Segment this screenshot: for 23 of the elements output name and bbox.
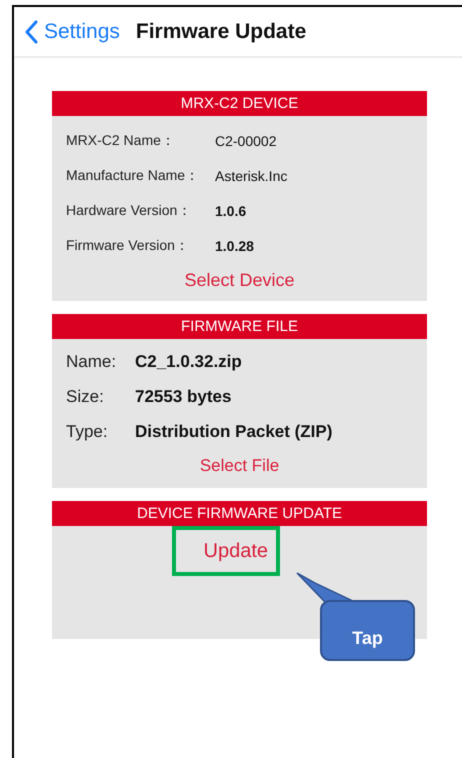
field-value: 1.0.28 <box>215 238 254 254</box>
section-header: FIRMWARE FILE <box>52 314 427 339</box>
field-label: MRX-C2 Name： <box>66 132 176 150</box>
section-header: MRX-C2 DEVICE <box>52 91 427 116</box>
field-value: C2-00002 <box>215 132 276 148</box>
field-label: Hardware Version： <box>66 202 192 220</box>
field-value: Asterisk.Inc <box>215 168 288 184</box>
back-link[interactable]: Settings <box>24 20 120 44</box>
page-title: Firmware Update <box>136 20 306 44</box>
update-button[interactable]: Update <box>204 540 268 562</box>
field-label: Type: <box>66 422 109 442</box>
field-value: C2_1.0.32.zip <box>135 352 242 372</box>
field-label: Firmware Version： <box>66 236 190 254</box>
field-value: 72553 bytes <box>135 387 232 407</box>
chevron-left-icon <box>24 20 38 44</box>
field-label: Name: <box>66 352 118 372</box>
field-label: Size: <box>66 387 105 407</box>
field-value: Distribution Packet (ZIP) <box>135 422 332 442</box>
select-button[interactable]: Select Device <box>180 270 299 291</box>
select-button[interactable]: Select File <box>196 456 284 476</box>
field-label: Manufacture Name： <box>66 166 200 184</box>
section-header: DEVICE FIRMWARE UPDATE <box>52 501 427 526</box>
field-value: 1.0.6 <box>215 202 246 218</box>
